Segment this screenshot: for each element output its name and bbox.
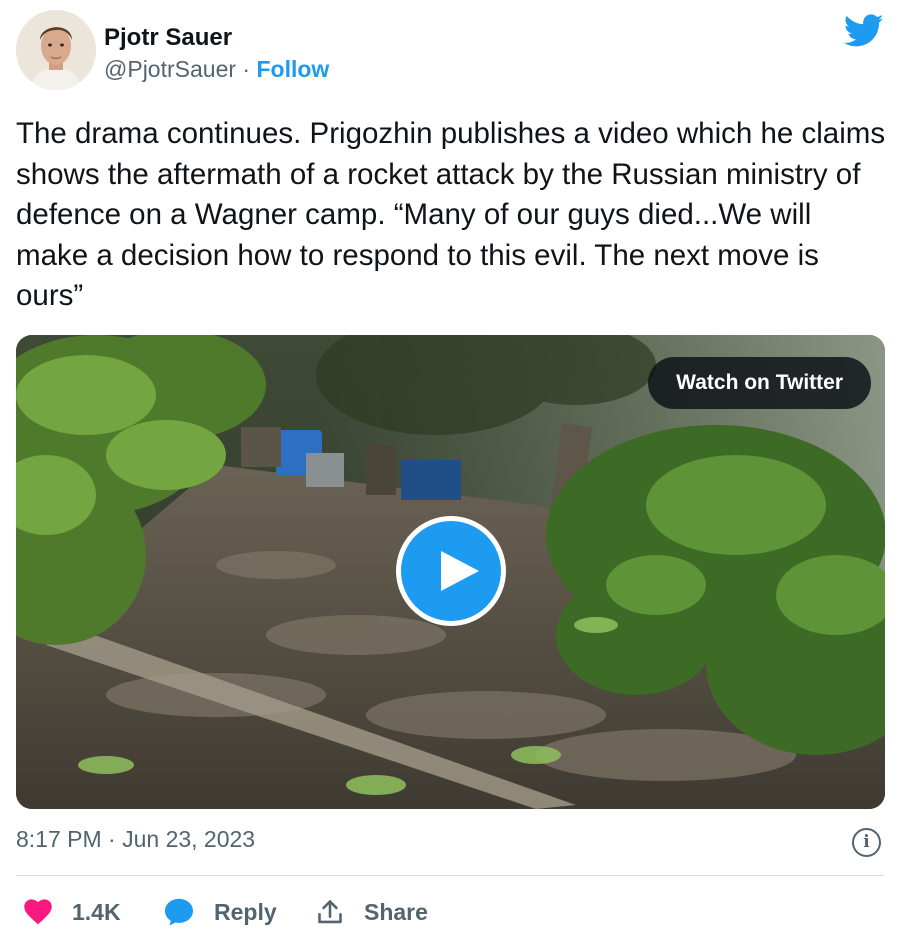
like-count: 1.4K <box>72 898 121 925</box>
share-upload-icon <box>318 900 342 924</box>
reply-label: Reply <box>214 898 277 925</box>
follow-link[interactable]: Follow <box>256 56 329 82</box>
watch-on-twitter-button[interactable]: Watch on Twitter <box>648 357 871 409</box>
speech-bubble-icon <box>165 898 193 926</box>
tweet-header: Pjotr Sauer @PjotrSauer · Follow <box>16 10 884 94</box>
divider <box>16 875 884 876</box>
action-bar: 1.4K Reply Share <box>16 890 884 934</box>
reply-button[interactable]: Reply <box>164 890 277 934</box>
video-thumbnail[interactable]: Watch on Twitter <box>16 335 885 809</box>
play-button[interactable] <box>396 516 506 626</box>
tweet-text: The drama continues. Prigozhin publishes… <box>16 117 886 312</box>
author-name[interactable]: Pjotr Sauer <box>104 24 232 52</box>
author-handle[interactable]: @PjotrSauer <box>104 56 236 82</box>
like-button[interactable]: 1.4K <box>24 890 121 934</box>
play-icon <box>441 551 479 591</box>
info-icon[interactable]: i <box>852 828 881 857</box>
share-label: Share <box>364 898 428 925</box>
tweet-timestamp[interactable]: 8:17 PM · Jun 23, 2023 <box>16 826 255 853</box>
share-button[interactable]: Share <box>316 890 428 934</box>
heart-icon <box>24 899 52 925</box>
handle-line: @PjotrSauer · Follow <box>104 56 329 83</box>
handle-separator: · <box>236 56 257 82</box>
avatar[interactable] <box>16 10 96 90</box>
twitter-bird-icon[interactable] <box>844 14 884 48</box>
